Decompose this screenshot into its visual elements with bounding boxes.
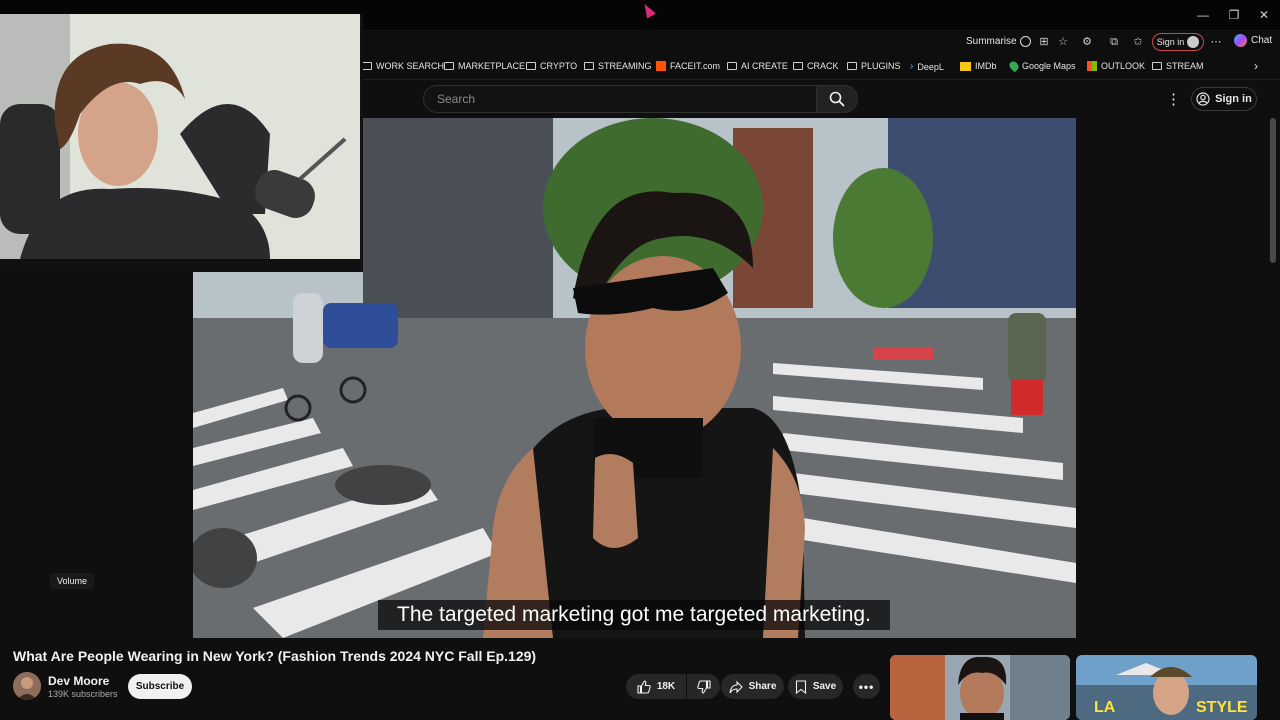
cursor-icon — [640, 1, 656, 19]
thumbs-down-icon — [696, 679, 711, 694]
bookmark-label: WORK SEARCH — [376, 61, 445, 71]
channel-name[interactable]: Dev Moore — [48, 674, 109, 688]
video-title: What Are People Wearing in New York? (Fa… — [13, 648, 537, 664]
share-icon — [729, 680, 743, 693]
channel-avatar[interactable] — [13, 672, 41, 700]
extensions-icon[interactable]: ⚙ — [1080, 35, 1094, 49]
bookmark-label: CRYPTO — [540, 61, 578, 71]
restore-button[interactable]: ❐ — [1221, 5, 1247, 25]
more-actions-button[interactable]: ••• — [853, 674, 880, 699]
bookmark-label: DeepL — [917, 61, 944, 72]
like-count: 18K — [656, 681, 676, 692]
thumbs-up-icon — [637, 679, 651, 694]
profile-signin-button[interactable]: Sign in — [1152, 33, 1204, 51]
copilot-chat-button[interactable]: Chat — [1234, 34, 1272, 47]
bookmark-work-search[interactable]: WORK SEARCH — [362, 61, 444, 71]
folder-icon — [727, 62, 737, 70]
bookmark-label: STREAMING — [598, 61, 652, 71]
bookmark-crack[interactable]: CRACK — [793, 61, 839, 71]
webcam-frame — [0, 14, 360, 259]
search-input[interactable]: Search — [423, 85, 816, 113]
avatar-image — [13, 672, 41, 700]
save-label: Save — [812, 681, 837, 692]
folder-icon — [847, 62, 857, 70]
bookmark-marketplace[interactable]: MARKETPLACE — [444, 61, 525, 71]
bookmark-plugins[interactable]: PLUGINS — [847, 61, 901, 71]
faceit-icon — [656, 61, 666, 71]
video-caption: The targeted marketing got me targeted m… — [378, 600, 890, 630]
chat-label: Chat — [1251, 35, 1273, 46]
folder-icon — [444, 62, 454, 70]
bookmark-stream[interactable]: STREAM — [1152, 61, 1204, 71]
profile-avatar-icon — [1187, 36, 1200, 48]
maps-icon — [1007, 59, 1021, 73]
bookmark-label: CRACK — [807, 61, 839, 71]
summarise-label: Summarise — [966, 36, 1017, 47]
bookmarks-overflow-chevron-icon[interactable]: › — [1254, 59, 1258, 73]
subscriber-count: 139K subscribers — [48, 689, 118, 699]
share-label: Share — [748, 681, 777, 692]
bookmark-imdb[interactable]: IMDb — [960, 61, 997, 71]
bookmark-label: AI CREATE — [741, 61, 788, 71]
bookmark-streaming[interactable]: STREAMING — [584, 61, 652, 71]
save-button[interactable]: Save — [788, 674, 843, 699]
bookmark-label: FACEIT.com — [670, 61, 721, 71]
volume-tooltip: Volume — [50, 573, 94, 589]
bookmark-label: PLUGINS — [861, 61, 901, 71]
bookmark-label: STREAM — [1166, 61, 1204, 71]
copilot-icon — [1234, 34, 1247, 47]
bookmark-google-maps[interactable]: Google Maps — [1007, 59, 1076, 73]
close-button[interactable]: ✕ — [1251, 5, 1277, 25]
bookmark-label: IMDb — [975, 61, 997, 71]
deepl-icon: › — [910, 61, 914, 72]
subscribe-button[interactable]: Subscribe — [128, 674, 192, 699]
youtube-signin-button[interactable]: Sign in — [1191, 87, 1257, 111]
favorites-icon[interactable]: ✩ — [1131, 35, 1145, 49]
more-horizontal-icon: ••• — [858, 679, 875, 694]
thumbnail-overlay-text: LA — [1094, 699, 1116, 716]
bookmark-label: Google Maps — [1022, 61, 1076, 71]
folder-icon — [793, 62, 803, 70]
webcam-overlay — [0, 14, 363, 272]
bookmark-ai-create[interactable]: AI CREATE — [727, 61, 788, 71]
outlook-icon — [1087, 61, 1097, 71]
imdb-icon — [960, 61, 971, 71]
thumbnail-image — [890, 655, 1070, 720]
dislike-button[interactable] — [687, 674, 720, 699]
folder-icon — [584, 62, 594, 70]
account-icon — [1196, 92, 1210, 106]
bookmark-deepl[interactable]: › DeepL — [910, 61, 944, 72]
share-button[interactable]: Share — [721, 674, 784, 699]
bookmark-label: OUTLOOK — [1101, 61, 1146, 71]
bookmark-crypto[interactable]: CRYPTO — [526, 61, 577, 71]
folder-icon — [1152, 62, 1162, 70]
recommended-video-thumbnail[interactable] — [890, 655, 1070, 720]
more-menu-icon[interactable]: ⋯ — [1209, 35, 1223, 49]
page-scrollbar[interactable] — [1270, 118, 1276, 263]
profile-signin-label: Sign in — [1156, 37, 1185, 47]
summarise-icon — [1019, 36, 1031, 47]
summarise-button[interactable]: Summarise — [966, 36, 1031, 47]
folder-icon — [526, 62, 536, 70]
signin-label: Sign in — [1215, 93, 1252, 105]
settings-kebab-icon[interactable]: ⋮ — [1166, 90, 1181, 108]
split-screen-icon[interactable]: ⧉ — [1107, 35, 1121, 49]
recommended-video-thumbnail[interactable]: LA STYLE — [1076, 655, 1257, 720]
folder-icon — [362, 62, 372, 70]
bookmark-label: MARKETPLACE — [458, 61, 526, 71]
favorite-star-icon[interactable]: ☆ — [1056, 35, 1070, 49]
bookmark-faceit[interactable]: FACEIT.com — [656, 61, 720, 71]
bookmark-save-icon — [795, 679, 806, 694]
minimize-button[interactable]: — — [1190, 5, 1216, 25]
search-button[interactable] — [816, 85, 858, 113]
thumbnail-overlay-text: STYLE — [1196, 699, 1248, 716]
bookmark-outlook[interactable]: OUTLOOK — [1087, 61, 1145, 71]
search-icon — [829, 91, 845, 107]
like-button[interactable]: 18K — [626, 674, 686, 699]
app-grid-icon[interactable]: ⊞ — [1037, 35, 1051, 49]
